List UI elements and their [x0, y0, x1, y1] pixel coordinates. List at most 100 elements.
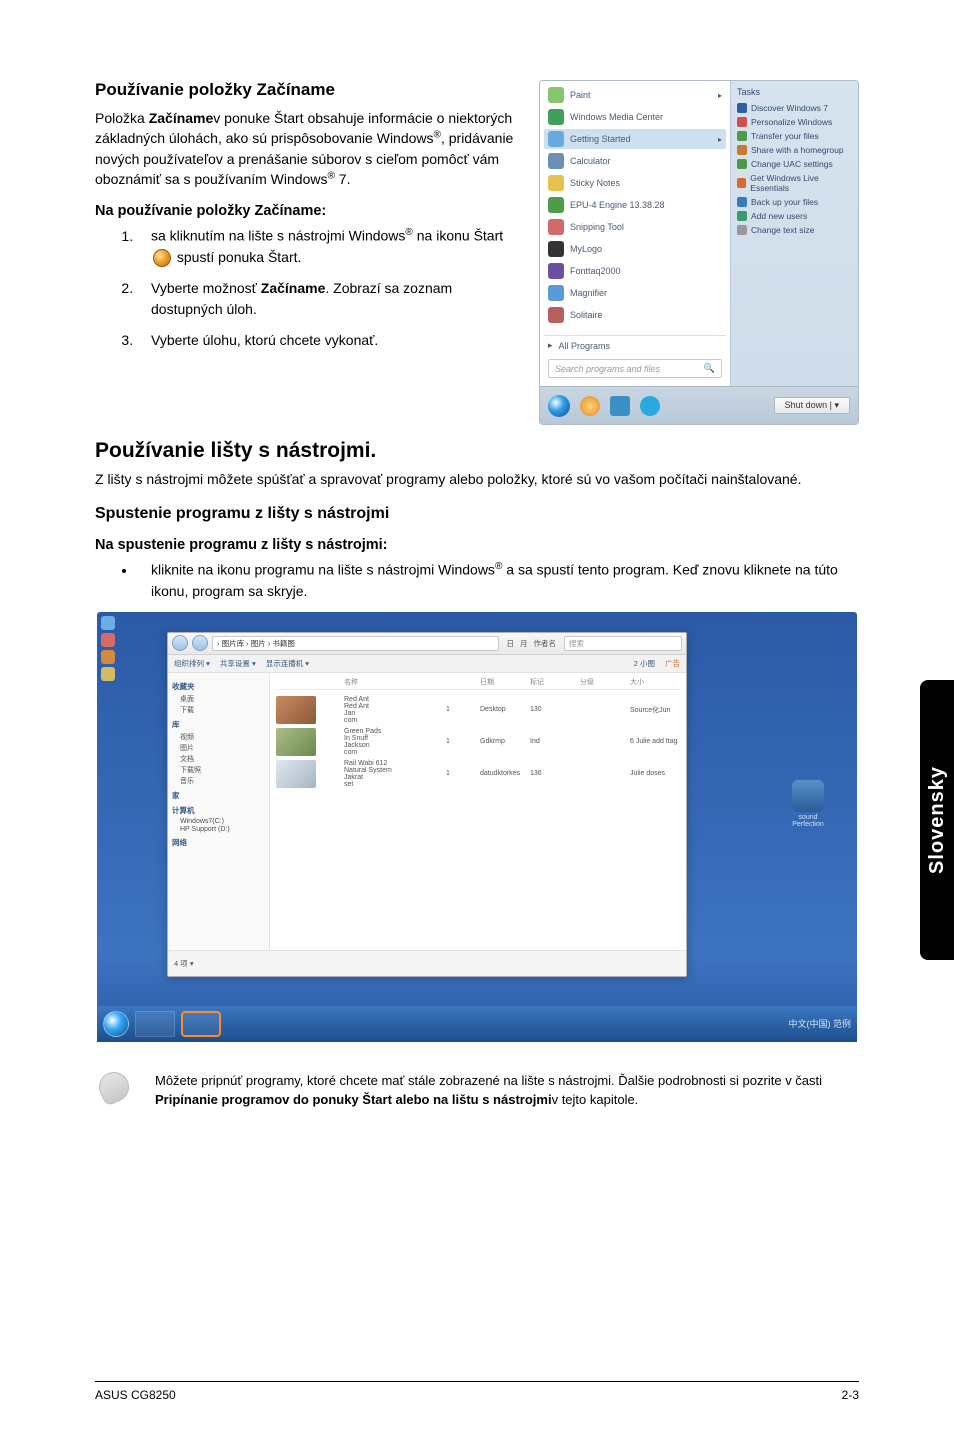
- note-text: Môžete pripnúť programy, ktoré chcete ma…: [155, 1072, 859, 1110]
- task-icon: [737, 131, 747, 141]
- task-icon: [737, 211, 747, 221]
- explorer-column-headers[interactable]: 名称 日期 标记 分级 大小: [276, 677, 680, 690]
- taskbar-icon[interactable]: [640, 396, 660, 416]
- gadget-icon[interactable]: [101, 616, 115, 630]
- start-menu-left-pane: Paint▸ Windows Media Center Getting Star…: [540, 81, 730, 386]
- step-2: Vyberte možnosť Začíname. Zobrazí sa zoz…: [137, 278, 519, 320]
- start-menu-screenshot: Paint▸ Windows Media Center Getting Star…: [539, 80, 859, 425]
- language-side-label: Slovensky: [926, 766, 949, 874]
- start-all-programs[interactable]: ▸All Programs: [544, 335, 726, 355]
- start-item-sticky-notes[interactable]: Sticky Notes: [544, 173, 726, 193]
- toolbar-share[interactable]: 共享设置 ▾: [220, 658, 256, 669]
- search-icon: 🔍: [704, 363, 715, 374]
- taskbar-icon[interactable]: [610, 396, 630, 416]
- explorer-statusbar: 4 项 ▾: [168, 950, 686, 976]
- sound-perfection-label: sound Perfection: [785, 814, 831, 828]
- file-row[interactable]: Red AntRed AntJancom 1 Desktop 130 Sourc…: [276, 694, 680, 726]
- launch-from-taskbar-list: kliknite na ikonu programu na lište s ná…: [95, 559, 859, 602]
- side-grp-computer[interactable]: 计算机: [172, 805, 265, 816]
- tasks-title: Tasks: [737, 87, 852, 97]
- side-grp-network[interactable]: 网络: [172, 837, 265, 848]
- getting-started-subtitle: Na používanie položky Začíname:: [95, 203, 519, 219]
- paint-icon: [548, 87, 564, 103]
- task-text-size[interactable]: Change text size: [737, 223, 852, 237]
- start-item-magnifier[interactable]: Magnifier: [544, 283, 726, 303]
- taskbar-active-button[interactable]: [181, 1011, 221, 1037]
- side-item[interactable]: HP Support (D:): [172, 826, 265, 833]
- side-grp-libraries[interactable]: 库: [172, 719, 265, 730]
- toolbar-viewcount: 2 小图: [634, 658, 655, 669]
- task-live-essentials[interactable]: Get Windows Live Essentials: [737, 171, 852, 195]
- thumbnail-icon: [276, 728, 316, 756]
- start-item-epu[interactable]: EPU-4 Engine 13.38.28: [544, 195, 726, 215]
- toolbar-organize[interactable]: 组织排列 ▾: [174, 658, 210, 669]
- task-icon: [737, 159, 747, 169]
- start-item-getting-started[interactable]: Getting Started▸: [544, 129, 726, 149]
- footer-page-number: 2-3: [842, 1388, 859, 1402]
- start-orb-icon: [153, 249, 171, 267]
- launch-from-taskbar-title: Spustenie programu z lišty s nástrojmi: [95, 505, 859, 523]
- thumbnail-icon: [276, 696, 316, 724]
- taskbar-icon[interactable]: [580, 396, 600, 416]
- footer-product: ASUS CG8250: [95, 1388, 176, 1402]
- task-backup[interactable]: Back up your files: [737, 195, 852, 209]
- nav-forward-button[interactable]: [192, 635, 208, 651]
- desktop-screenshot: sound Perfection › 图片库 › 图片 › 书籍图 日月作者名 …: [97, 612, 857, 1042]
- windows-taskbar: 中文(中国) 范例: [97, 1006, 857, 1042]
- side-item[interactable]: 文档: [172, 754, 265, 764]
- start-item-fonttaq[interactable]: Fonttaq2000: [544, 261, 726, 281]
- system-tray[interactable]: 中文(中国) 范例: [789, 1017, 852, 1030]
- page-content: Používanie položky Začíname Položka Začí…: [0, 0, 954, 1110]
- start-orb-icon[interactable]: [548, 395, 570, 417]
- task-homegroup[interactable]: Share with a homegroup: [737, 143, 852, 157]
- page-footer: ASUS CG8250 2-3: [95, 1381, 859, 1402]
- side-item[interactable]: Windows7(C:): [172, 818, 265, 825]
- launch-bullet: kliknite na ikonu programu na lište s ná…: [137, 559, 859, 602]
- task-personalize[interactable]: Personalize Windows: [737, 115, 852, 129]
- start-orb-button[interactable]: [103, 1011, 129, 1037]
- start-item-solitaire[interactable]: Solitaire: [544, 305, 726, 325]
- side-item[interactable]: 图片: [172, 743, 265, 753]
- task-uac[interactable]: Change UAC settings: [737, 157, 852, 171]
- task-add-users[interactable]: Add new users: [737, 209, 852, 223]
- gadget-icon[interactable]: [101, 650, 115, 664]
- start-item-calculator[interactable]: Calculator: [544, 151, 726, 171]
- gadget-icon[interactable]: [101, 667, 115, 681]
- thumbnail-icon: [276, 760, 316, 788]
- explorer-search-input[interactable]: 搜索: [564, 636, 682, 651]
- file-row[interactable]: Green PadsIn SnuffJacksoncom 1 Gdkrmp In…: [276, 726, 680, 758]
- toolbar-extra[interactable]: 广告: [665, 658, 680, 669]
- location-bar[interactable]: › 图片库 › 图片 › 书籍图: [212, 636, 499, 651]
- explorer-sidebar: 收藏夹 桌面 下载 库 视频 图片 文档 下载照 音乐 家 计算机 Window…: [168, 673, 270, 950]
- taskbar-pinned-button[interactable]: [135, 1011, 175, 1037]
- side-grp-home[interactable]: 家: [172, 790, 265, 801]
- side-item[interactable]: 下载: [172, 705, 265, 715]
- desktop-right-gadget[interactable]: sound Perfection: [785, 780, 831, 828]
- file-row[interactable]: Rail Wabi 612Natural SystemJakratset 1 d…: [276, 758, 680, 790]
- side-item[interactable]: 下载照: [172, 765, 265, 775]
- desktop-gadget-strip: [101, 616, 117, 726]
- gadget-icon[interactable]: [101, 633, 115, 647]
- shutdown-button[interactable]: Shut down | ▾: [774, 397, 850, 414]
- task-icon: [737, 145, 747, 155]
- item-count: 4 项 ▾: [174, 958, 194, 969]
- start-item-paint[interactable]: Paint▸: [544, 85, 726, 105]
- header-date-cols: 日月作者名: [503, 638, 561, 649]
- toolbar-slideshow[interactable]: 显示连播机 ▾: [266, 658, 309, 669]
- side-grp-favorites[interactable]: 收藏夹: [172, 681, 265, 692]
- start-menu-bottom-bar: Shut down | ▾: [540, 386, 858, 424]
- launch-from-taskbar-subtitle: Na spustenie programu z lišty s nástrojm…: [95, 537, 859, 553]
- task-discover-win7[interactable]: Discover Windows 7: [737, 101, 852, 115]
- all-programs-arrow-icon: ▸: [548, 340, 553, 351]
- start-item-wmc[interactable]: Windows Media Center: [544, 107, 726, 127]
- side-item[interactable]: 视频: [172, 732, 265, 742]
- start-search-input[interactable]: Search programs and files🔍: [548, 359, 722, 378]
- calculator-icon: [548, 153, 564, 169]
- side-item[interactable]: 音乐: [172, 776, 265, 786]
- start-item-snipping[interactable]: Snipping Tool: [544, 217, 726, 237]
- task-transfer[interactable]: Transfer your files: [737, 129, 852, 143]
- start-item-mylogo[interactable]: MyLogo: [544, 239, 726, 259]
- side-item[interactable]: 桌面: [172, 694, 265, 704]
- nav-back-button[interactable]: [172, 635, 188, 651]
- submenu-arrow-icon: ▸: [718, 135, 722, 144]
